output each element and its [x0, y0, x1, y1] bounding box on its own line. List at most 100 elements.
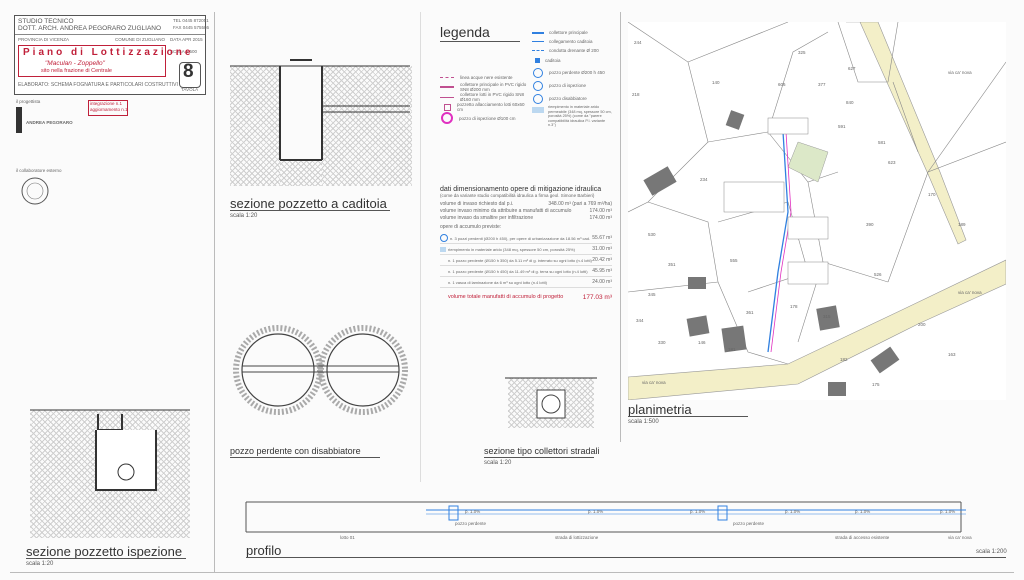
parcel-number: 377 [818, 82, 826, 87]
perdente-title: pozzo perdente con disabbiatore [230, 446, 361, 456]
collaboratore-label: il collaboratore esterno [16, 168, 62, 173]
parcel-number: 178 [790, 304, 798, 309]
elaborato-label: ELABORATO: SCHEMA FOGNATURA E PARTICOLAR… [18, 82, 178, 88]
parcel-number: 175 [872, 382, 880, 387]
profile-pozzo-label: pozzo perdente [455, 521, 487, 526]
street-label: via ca' nova [948, 70, 972, 75]
site-plan-map: via ca' nova via ca' nova via ca' nova 2… [628, 22, 1006, 400]
revision-2: aggiornamento n.1 [90, 107, 128, 112]
parcel-number: 189 [958, 222, 966, 227]
street-label: via ca' nova [642, 380, 666, 385]
project-location: sito nella frazione di Centrale [41, 68, 112, 74]
dimensioning-subtitle: (come da variante studio compatibilità i… [440, 193, 595, 198]
sheet-label: TAVOLA [181, 87, 199, 92]
architect-stamp [16, 107, 22, 133]
legend-item: linea acque nere esistente [440, 72, 530, 82]
parcel-number: 627 [848, 66, 856, 71]
legend-item: collettore principale in PVC rigido SN8 … [440, 82, 530, 92]
dimensioning-table: dati dimensionamento opere di mitigazion… [440, 186, 612, 303]
legend-item: pozzo di ispezione [532, 79, 614, 92]
parcel-number: 606 [778, 82, 786, 87]
parcel-number: 234 [700, 177, 708, 182]
profilo-title: profilo [246, 543, 282, 558]
parcel-number: 623 [888, 160, 896, 165]
parcel-number: 361 [746, 310, 754, 315]
planned-row: n. 1 pozzo perdente (Ø150 h 450) da 11.4… [440, 266, 612, 277]
parcel-number: 555 [730, 258, 738, 263]
sheet-number: 8 [183, 61, 194, 82]
studio-name: STUDIO TECNICO [18, 18, 74, 25]
legend-item: collettore lotti in PVC rigido SN8 Ø160 … [440, 92, 530, 102]
parcel-number: 526 [874, 272, 882, 277]
project-title: Piano di Lottizzazione [23, 47, 194, 58]
legend-item: caditoia [532, 55, 614, 66]
parcel-number: 530 [648, 232, 656, 237]
parcel-number: 591 [838, 124, 846, 129]
progettista-label: il progettista [16, 99, 41, 104]
legend-right-list: collettore principale collegamento cadit… [532, 28, 614, 127]
parcel-number: 146 [698, 340, 706, 345]
parcel-number: 351 [668, 262, 676, 267]
planned-row: n. 3 pozzi perdenti (Ø200 h 450), per op… [440, 233, 612, 244]
title-block: STUDIO TECNICO DOTT. ARCH. ANDREA PEGORA… [14, 15, 210, 95]
ispezione-scale: scala 1:20 [26, 561, 54, 567]
profile-slope: p. 1.0% [690, 509, 706, 514]
legend-item: pozzo di ispezione Ø100 cm [440, 112, 530, 124]
dimensioning-row: volume invaso da smaltire per infiltrazi… [440, 215, 612, 221]
profile-segment: via ca' nova [948, 535, 972, 540]
legend-left-list: linea acque nere esistente collettore pr… [440, 72, 530, 124]
profile-segment: strada di lottizzazione [555, 535, 599, 540]
parcel-number: 315 [823, 314, 831, 319]
profile-slope: p. 1.0% [588, 509, 604, 514]
parcel-number: 140 [712, 80, 720, 85]
parcel-number: 182 [840, 357, 848, 362]
parcel-number: 170 [928, 192, 936, 197]
parcel-number: 330 [658, 340, 666, 345]
profilo-scale: scala 1:200 [976, 549, 1007, 555]
parcel-number: 840 [846, 100, 854, 105]
caditoia-title: sezione pozzetto a caditoia [230, 196, 387, 211]
pozzo-perdente-drawing [233, 325, 408, 415]
planimetria-scale: scala 1:500 [628, 419, 659, 425]
profile-segment: lotto 01 [340, 535, 355, 540]
studio-architect: DOTT. ARCH. ANDREA PEGORARO ZUGLIANO [18, 25, 162, 32]
legend-item: pozzo perdente Ø200 h 450 [532, 66, 614, 79]
parcel-number: 244 [634, 40, 642, 45]
parcel-number: 181 [728, 347, 736, 352]
legend-item: pozzetto allacciamento lotti 60x60 cm [440, 102, 530, 112]
date-label: DATA APR 2015 [170, 37, 203, 42]
dimensioning-title: dati dimensionamento opere di mitigazion… [440, 186, 602, 193]
planned-row: n. 1 vasca di laminazione da 6 m³ su ogn… [440, 277, 612, 288]
total-row: volume totale manufatti di accumulo di p… [448, 293, 612, 301]
dimensioning-row: volume di invaso richiesto dal p.i. 348.0… [440, 201, 612, 207]
parcel-number: 345 [648, 292, 656, 297]
parcel-number: 200 [918, 322, 926, 327]
street-label: via ca' nova [958, 290, 982, 295]
studio-fax: FAX 0445 575586 [173, 25, 210, 30]
legend-heading: legenda [440, 24, 490, 40]
parcel-number: 218 [632, 92, 640, 97]
drawing-sheet: STUDIO TECNICO DOTT. ARCH. ANDREA PEGORA… [0, 0, 1024, 580]
profile-slope: p. 1.0% [940, 509, 956, 514]
planned-row: riempimento in materiale arido (348 mq, … [440, 244, 612, 255]
profile-slope: p. 1.0% [785, 509, 801, 514]
project-subtitle: "Maculan - Zoppello" [45, 60, 105, 67]
parcel-number: 581 [878, 140, 886, 145]
profile-slope: p. 1.0% [855, 509, 871, 514]
collettori-section-drawing [505, 377, 597, 419]
planimetria-title: planimetria [628, 402, 692, 417]
caditoia-section-drawing [230, 59, 410, 161]
revision-1: integrazione n.1 [90, 101, 123, 106]
parcel-number: 390 [866, 222, 874, 227]
legend-item: condotta drenante Ø 200 [532, 46, 614, 55]
profile-slope: p. 1.0% [465, 509, 481, 514]
legend-item: riempimento in materiale arido permeabil… [532, 105, 614, 127]
legend-item: collettore principale [532, 28, 614, 37]
collettori-title: sezione tipo collettori stradali [484, 446, 600, 456]
progettista-name: ANDREA PEGORARO [26, 120, 73, 125]
ispezione-section-drawing [30, 409, 190, 491]
ispezione-title: sezione pozzetto ispezione [26, 544, 183, 559]
legend-item: pozzo disabbiatore [532, 92, 614, 105]
comune-label: COMUNE DI ZUGLIANO [115, 37, 166, 42]
profile-pozzo-label: pozzo perdente [733, 521, 765, 526]
